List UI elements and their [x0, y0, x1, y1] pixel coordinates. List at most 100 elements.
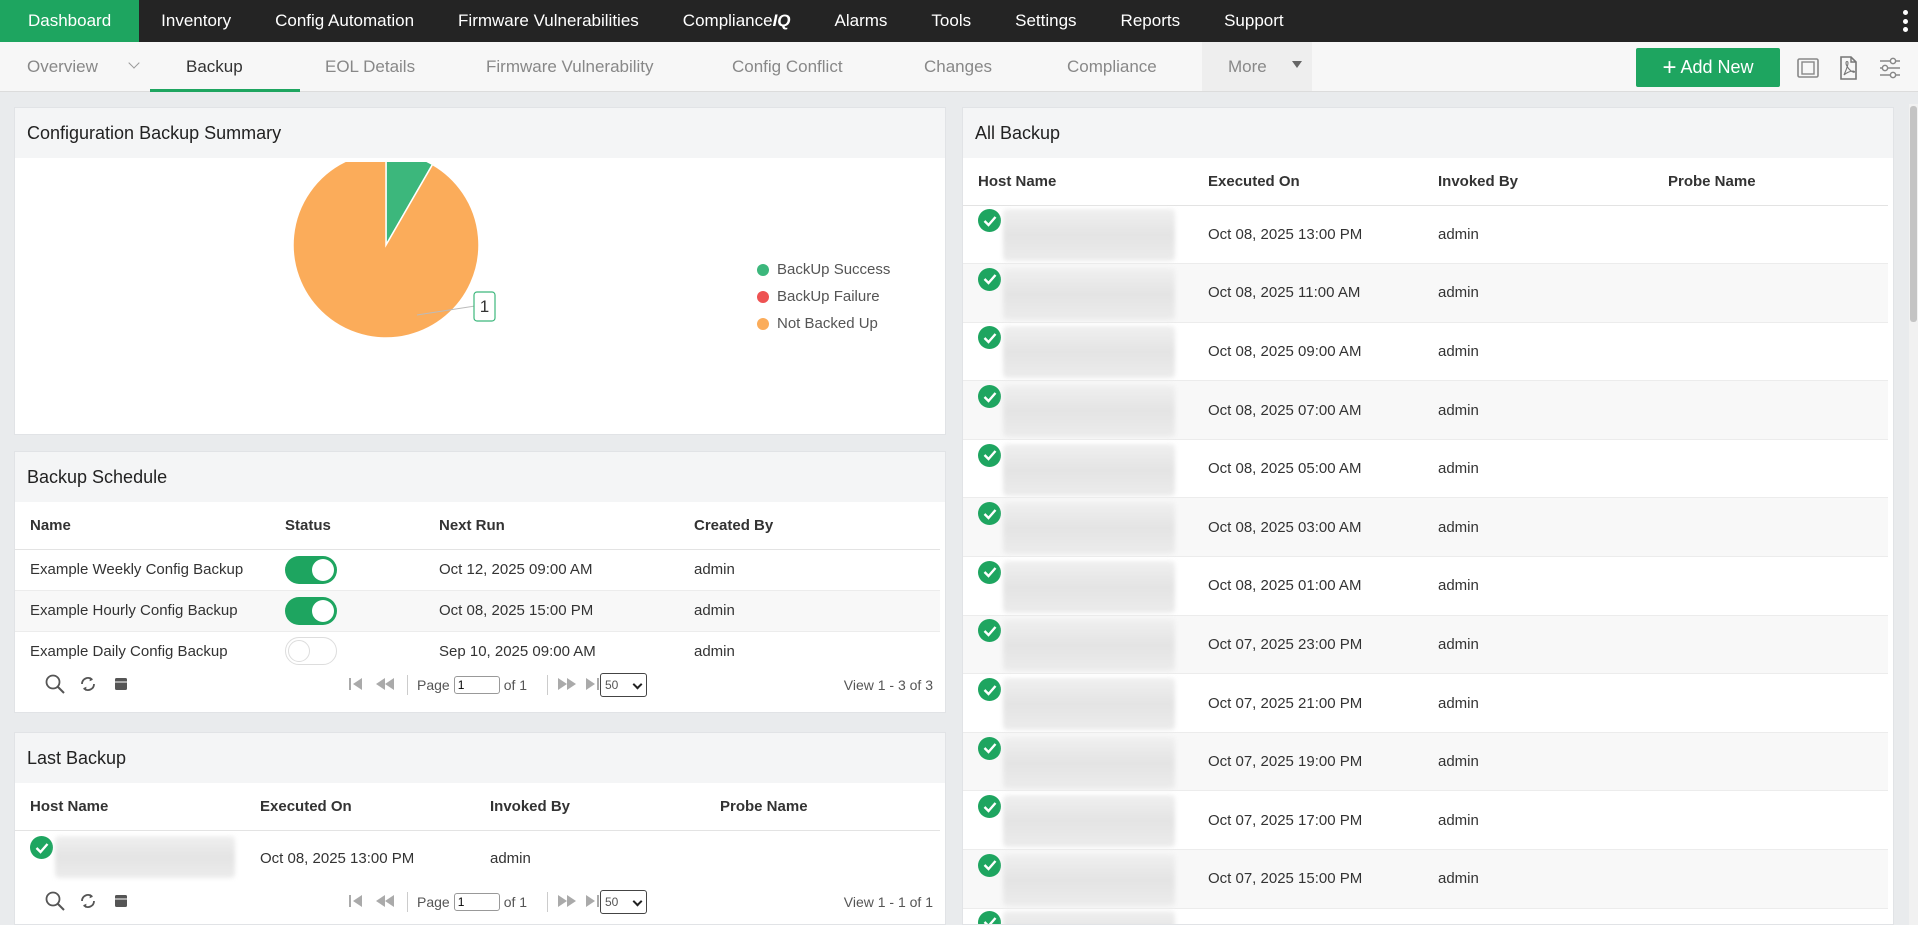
table-row-partial[interactable] — [963, 908, 1888, 924]
next-page-icon[interactable] — [556, 677, 578, 694]
table-row[interactable]: Oct 08, 2025 01:00 AM admin — [963, 557, 1888, 616]
tab-config-conflict[interactable]: Config Conflict — [732, 42, 843, 91]
legend-item-success[interactable]: BackUp Success — [757, 256, 890, 283]
previous-page-icon[interactable] — [374, 894, 396, 911]
column-header-probe-name[interactable]: Probe Name — [705, 783, 940, 831]
tab-backup[interactable]: Backup — [186, 42, 243, 91]
column-chooser-icon[interactable] — [114, 677, 128, 694]
pdf-export-icon[interactable] — [1834, 54, 1862, 82]
table-row[interactable]: Oct 08, 2025 03:00 AM admin — [963, 497, 1888, 557]
pie-slice-not-backed-up[interactable] — [292, 162, 480, 339]
status-toggle[interactable] — [285, 596, 337, 625]
executed-on-cell: Oct 08, 2025 13:00 PM — [260, 850, 415, 868]
add-new-button[interactable]: + Add New — [1636, 48, 1780, 87]
first-page-icon[interactable] — [348, 677, 364, 694]
more-options-icon[interactable] — [1902, 10, 1908, 32]
tab-overview[interactable]: Overview — [27, 42, 98, 91]
caret-down-icon[interactable] — [1292, 61, 1302, 68]
nav-config-automation[interactable]: Config Automation — [253, 0, 436, 42]
nav-reports[interactable]: Reports — [1099, 0, 1203, 42]
table-row[interactable]: Oct 07, 2025 19:00 PM admin — [963, 732, 1888, 791]
schedule-status-cell — [270, 631, 424, 671]
executed-on-cell: Oct 07, 2025 19:00 PM — [1208, 753, 1363, 771]
nav-tools[interactable]: Tools — [909, 0, 993, 42]
backup-summary-pie-chart: 1 11 — [292, 162, 496, 339]
host-name-cell — [15, 830, 245, 887]
column-header-host-name[interactable]: Host Name — [15, 783, 245, 831]
refresh-icon[interactable] — [79, 675, 97, 696]
refresh-icon[interactable] — [79, 892, 97, 913]
previous-page-icon[interactable] — [374, 677, 396, 694]
probe-name-cell — [1653, 674, 1888, 733]
table-row[interactable]: Example Hourly Config Backup Oct 08, 202… — [15, 590, 940, 631]
table-row[interactable]: Oct 08, 2025 13:00 PM admin — [963, 205, 1888, 264]
success-check-icon — [30, 836, 53, 860]
column-header-probe-name[interactable]: Probe Name — [1653, 158, 1888, 206]
tab-more[interactable]: More — [1228, 42, 1267, 91]
column-header-status[interactable]: Status — [270, 502, 424, 550]
page-number-input[interactable] — [453, 676, 500, 694]
nav-compliance-iq[interactable]: Compliance IQ — [661, 0, 813, 42]
nav-dashboard[interactable]: Dashboard — [0, 0, 140, 42]
table-row[interactable]: Oct 07, 2025 17:00 PM admin — [963, 791, 1888, 850]
column-header-created-by[interactable]: Created By — [679, 502, 940, 550]
tab-firmware-vulnerability[interactable]: Firmware Vulnerability — [486, 42, 654, 91]
table-row[interactable]: Example Daily Config Backup Sep 10, 2025… — [15, 631, 940, 671]
host-name-cell — [963, 674, 1193, 733]
status-toggle[interactable] — [285, 555, 337, 584]
backup-schedule-title: Backup Schedule — [15, 452, 945, 502]
first-page-icon[interactable] — [348, 894, 364, 911]
next-page-icon[interactable] — [556, 894, 578, 911]
invoked-by-cell: admin — [1438, 870, 1479, 888]
column-header-invoked-by[interactable]: Invoked By — [1423, 158, 1653, 206]
success-check-icon — [978, 736, 1001, 760]
tab-compliance[interactable]: Compliance — [1067, 42, 1157, 91]
legend-item-not-backed-up[interactable]: Not Backed Up — [757, 310, 890, 337]
chevron-down-icon[interactable] — [128, 57, 140, 69]
nav-support[interactable]: Support — [1202, 0, 1306, 42]
column-header-host-name[interactable]: Host Name — [963, 158, 1193, 206]
legend-label-success: BackUp Success — [777, 261, 891, 278]
nav-settings[interactable]: Settings — [993, 0, 1098, 42]
tab-changes[interactable]: Changes — [924, 42, 992, 91]
success-check-icon — [978, 560, 1001, 584]
table-row[interactable]: Oct 07, 2025 15:00 PM admin — [963, 849, 1888, 909]
probe-name-cell — [705, 830, 940, 887]
success-check-icon — [978, 619, 1001, 643]
page-size-select[interactable]: 50 — [600, 673, 647, 697]
table-row[interactable]: Oct 08, 2025 09:00 AM admin — [963, 322, 1888, 381]
redacted-host-name — [55, 836, 235, 879]
nav-alarms[interactable]: Alarms — [813, 0, 910, 42]
page-number-input[interactable] — [453, 893, 500, 911]
table-row[interactable]: Example Weekly Config Backup Oct 12, 202… — [15, 549, 940, 590]
search-icon[interactable] — [44, 673, 66, 698]
table-row[interactable]: Oct 08, 2025 13:00 PM admin — [15, 830, 940, 887]
column-header-name[interactable]: Name — [15, 502, 270, 550]
table-row[interactable]: Oct 08, 2025 05:00 AM admin — [963, 439, 1888, 498]
last-page-icon[interactable] — [584, 894, 600, 911]
redacted-host-name — [1003, 443, 1175, 496]
column-header-invoked-by[interactable]: Invoked By — [475, 783, 705, 831]
settings-sliders-icon[interactable] — [1876, 54, 1904, 82]
table-row[interactable]: Oct 07, 2025 23:00 PM admin — [963, 615, 1888, 674]
scrollbar-thumb[interactable] — [1910, 106, 1917, 322]
column-chooser-icon[interactable] — [114, 894, 128, 911]
table-row[interactable]: Oct 08, 2025 07:00 AM admin — [963, 380, 1888, 440]
column-header-next-run[interactable]: Next Run — [424, 502, 679, 550]
nav-inventory[interactable]: Inventory — [139, 0, 253, 42]
page-scrollbar[interactable] — [1909, 104, 1918, 925]
table-row[interactable]: Oct 08, 2025 11:00 AM admin — [963, 263, 1888, 323]
column-header-executed-on[interactable]: Executed On — [1193, 158, 1423, 206]
legend-item-failure[interactable]: BackUp Failure — [757, 283, 890, 310]
column-header-executed-on[interactable]: Executed On — [245, 783, 475, 831]
tab-eol-details[interactable]: EOL Details — [325, 42, 415, 91]
page-size-select[interactable]: 50 — [600, 890, 647, 914]
screen-capture-icon[interactable] — [1794, 54, 1822, 82]
status-toggle[interactable] — [285, 637, 337, 666]
nav-firmware-vulnerabilities[interactable]: Firmware Vulnerabilities — [436, 0, 661, 42]
host-name-cell — [963, 498, 1193, 557]
search-icon[interactable] — [44, 890, 66, 915]
last-page-icon[interactable] — [584, 677, 600, 694]
last-backup-table: Host Name Executed On Invoked By Probe N… — [15, 783, 940, 887]
table-row[interactable]: Oct 07, 2025 21:00 PM admin — [963, 674, 1888, 733]
